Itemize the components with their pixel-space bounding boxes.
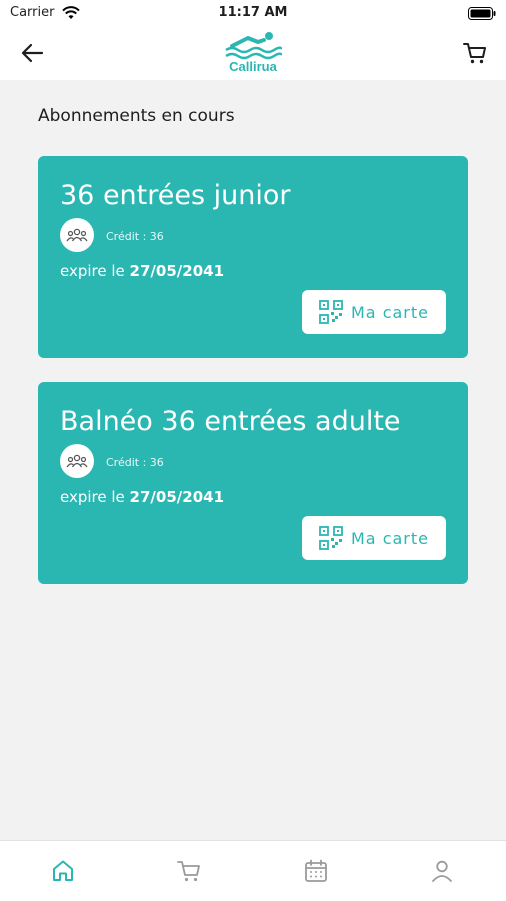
status-time: 11:17 AM	[218, 5, 288, 20]
credit-label: Crédit : 36	[106, 456, 164, 469]
tab-profile[interactable]	[426, 855, 458, 887]
cart-button[interactable]	[462, 40, 488, 66]
expire-text: expire le 27/05/2041	[60, 262, 224, 280]
status-bar: Carrier 11:17 AM	[0, 0, 506, 28]
ma-carte-button[interactable]: Ma carte	[302, 290, 446, 334]
bottom-tab-bar	[0, 840, 506, 901]
expire-date: 27/05/2041	[129, 488, 224, 506]
tab-home[interactable]	[47, 855, 79, 887]
app-header: Callirua	[0, 28, 506, 80]
cart-icon	[177, 861, 200, 882]
expire-text: expire le 27/05/2041	[60, 488, 224, 506]
group-icon	[66, 454, 88, 468]
expire-date: 27/05/2041	[129, 262, 224, 280]
tab-calendar[interactable]	[300, 855, 332, 887]
battery-icon	[468, 7, 496, 20]
logo-text: Callirua	[229, 59, 277, 74]
qr-code-icon	[319, 300, 343, 324]
app-logo: Callirua	[206, 30, 300, 78]
arrow-left-icon	[21, 43, 44, 63]
credit-label: Crédit : 36	[106, 230, 164, 243]
card-title: Balnéo 36 entrées adulte	[60, 406, 401, 437]
avatar	[60, 444, 94, 478]
back-button[interactable]	[18, 40, 48, 66]
user-icon	[432, 860, 452, 882]
ma-carte-label: Ma carte	[351, 302, 429, 322]
subscription-card: 36 entrées junior Crédit : 36 expire le …	[38, 156, 468, 358]
group-icon	[66, 228, 88, 242]
subscription-card: Balnéo 36 entrées adulte Crédit : 36 exp…	[38, 382, 468, 584]
expire-prefix: expire le	[60, 262, 125, 280]
swimmer-logo-icon	[225, 32, 282, 60]
tab-cart[interactable]	[173, 855, 205, 887]
expire-prefix: expire le	[60, 488, 125, 506]
home-icon	[53, 860, 73, 881]
avatar	[60, 218, 94, 252]
qr-code-icon	[319, 526, 343, 550]
section-title: Abonnements en cours	[38, 106, 235, 126]
ma-carte-label: Ma carte	[351, 528, 429, 548]
cart-icon	[463, 43, 486, 64]
card-title: 36 entrées junior	[60, 180, 291, 211]
ma-carte-button[interactable]: Ma carte	[302, 516, 446, 560]
calendar-icon	[305, 859, 327, 882]
